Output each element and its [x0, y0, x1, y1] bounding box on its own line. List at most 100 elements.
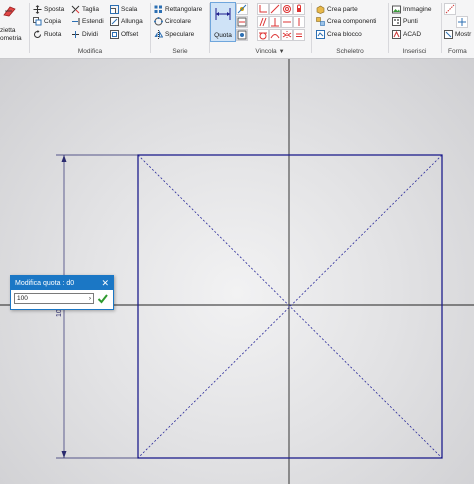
circular-pattern-button[interactable]: Circolare: [154, 17, 191, 26]
show-format-label: Mostr: [455, 31, 472, 38]
insert-points-label: Punti: [403, 18, 418, 25]
create-components-label: Crea componenti: [327, 18, 377, 25]
sketch-panel: zietta ometria: [0, 0, 28, 58]
serie-panel: Rettangolare Circolare Speculare Serie: [151, 0, 209, 58]
offset-icon: [110, 30, 119, 39]
vertical-constraint-button[interactable]: [293, 16, 305, 28]
acad-icon: [392, 30, 401, 39]
sketch-graphics: 100: [0, 59, 474, 484]
dimension-button[interactable]: Quota: [210, 2, 236, 42]
move-button[interactable]: Sposta: [33, 5, 64, 14]
circular-pattern-label: Circolare: [165, 18, 192, 25]
stretch-button[interactable]: Allunga: [110, 17, 143, 26]
checkmark-icon[interactable]: [97, 293, 108, 304]
vincola-label: Vincola: [255, 48, 277, 55]
formato-panel-label: Forma: [448, 48, 467, 55]
extend-label: Estendi: [82, 18, 104, 25]
sketch-icon: [3, 5, 17, 17]
dimension-label: Quota: [214, 32, 232, 39]
scale-button[interactable]: Scala: [110, 5, 137, 14]
chevron-right-icon[interactable]: ›: [89, 295, 91, 302]
vincola-panel-label[interactable]: Vincola ▼: [230, 48, 310, 55]
perpendicular-constraint-button[interactable]: [269, 16, 281, 28]
symmetric-constraint-button[interactable]: [281, 29, 293, 41]
smooth-constraint-button[interactable]: [269, 29, 281, 41]
rectangular-pattern-icon: [154, 5, 163, 14]
formato-panel: Mostr Forma: [442, 0, 474, 58]
create-part-label: Crea parte: [327, 6, 358, 13]
scale-label: Scala: [121, 6, 138, 13]
create-components-button[interactable]: Crea componenti: [316, 17, 377, 26]
rotate-button[interactable]: Ruota: [33, 30, 61, 39]
dialog-body: 100 ›: [11, 290, 113, 307]
relax-mode-button[interactable]: [236, 29, 248, 41]
collinear-constraint-button[interactable]: [269, 3, 281, 15]
stretch-icon: [110, 17, 119, 26]
create-part-button[interactable]: Crea parte: [316, 5, 358, 14]
tangent-constraint-button[interactable]: [257, 29, 269, 41]
image-icon: [392, 5, 401, 14]
move-label: Sposta: [44, 6, 65, 13]
ribbon: zietta ometria Sposta Copia Ruota Taglia…: [0, 0, 474, 59]
stretch-label: Allunga: [121, 18, 143, 25]
mirror-button[interactable]: Speculare: [154, 30, 194, 39]
chevron-down-icon: ▼: [278, 49, 285, 55]
parallel-constraint-button[interactable]: [257, 16, 269, 28]
dialog-title: Modifica quota : d0: [15, 279, 75, 287]
coincident-constraint-button[interactable]: [257, 3, 269, 15]
equal-constraint-button[interactable]: [293, 29, 305, 41]
offset-button[interactable]: Offset: [110, 30, 138, 39]
copy-button[interactable]: Copia: [33, 17, 61, 26]
show-format-icon: [444, 30, 453, 39]
modifica-panel: Sposta Copia Ruota Taglia Estendi Dividi…: [30, 0, 150, 58]
create-part-icon: [316, 5, 325, 14]
dimension-icon: [215, 6, 231, 22]
split-button[interactable]: Dividi: [71, 30, 98, 39]
fix-constraint-button[interactable]: [293, 3, 305, 15]
construction-line-button[interactable]: [444, 3, 456, 15]
copy-label: Copia: [44, 18, 61, 25]
close-icon[interactable]: ✕: [101, 278, 109, 288]
serie-panel-label: Serie: [172, 48, 188, 55]
vincola-panel: Quota Vincola ▼: [210, 0, 310, 58]
split-label: Dividi: [82, 31, 98, 38]
rectangular-pattern-button[interactable]: Rettangolare: [154, 5, 202, 14]
sketch-button[interactable]: zietta ometria: [0, 3, 28, 43]
dimension-arrow-top: [61, 155, 67, 162]
points-icon: [392, 17, 401, 26]
insert-image-label: Immagine: [403, 6, 432, 13]
rectangular-pattern-label: Rettangolare: [165, 6, 203, 13]
rotate-label: Ruota: [44, 31, 62, 38]
sketch-canvas[interactable]: 100: [0, 59, 474, 484]
create-block-button[interactable]: Crea blocco: [316, 30, 362, 39]
offset-label: Offset: [121, 31, 139, 38]
insert-points-button[interactable]: Punti: [392, 17, 418, 26]
create-block-icon: [316, 30, 325, 39]
concentric-constraint-button[interactable]: [281, 3, 293, 15]
insert-acad-button[interactable]: ACAD: [392, 30, 421, 39]
sketch-label-2: ometria: [0, 35, 22, 42]
split-icon: [71, 30, 80, 39]
extend-button[interactable]: Estendi: [71, 17, 104, 26]
rotate-icon: [33, 30, 42, 39]
sketch-label-1: zietta: [0, 27, 16, 34]
dimension-arrow-bottom: [61, 451, 67, 458]
dimension-value-input[interactable]: 100 ›: [14, 293, 94, 304]
scheletro-panel-label: Scheletro: [336, 48, 364, 55]
edit-dimension-dialog: Modifica quota : d0 ✕ 100 ›: [10, 275, 114, 310]
mirror-label: Speculare: [165, 31, 195, 38]
trim-button[interactable]: Taglia: [71, 5, 99, 14]
show-format-button[interactable]: Mostr: [444, 30, 471, 39]
auto-dimension-button[interactable]: [236, 3, 248, 15]
inserisci-panel-label: Inserisci: [402, 48, 427, 55]
show-constraints-button[interactable]: [236, 16, 248, 28]
create-components-icon: [316, 17, 325, 26]
trim-icon: [71, 5, 80, 14]
insert-image-button[interactable]: Immagine: [392, 5, 432, 14]
horizontal-constraint-button[interactable]: [281, 16, 293, 28]
scale-icon: [110, 5, 119, 14]
scheletro-panel: Crea parte Crea componenti Crea blocco S…: [312, 0, 388, 58]
dimension-value-text: 100: [17, 295, 28, 302]
dialog-titlebar[interactable]: Modifica quota : d0 ✕: [11, 276, 113, 290]
center-point-button[interactable]: [456, 16, 468, 28]
